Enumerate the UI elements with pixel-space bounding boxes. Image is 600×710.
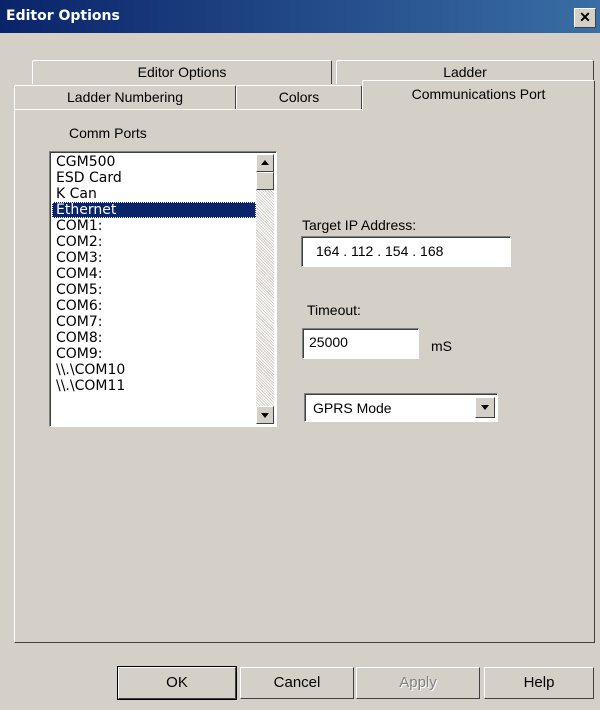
comm-ports-list[interactable]: CGM500 ESD Card K Can Ethernet COM1: COM2: COM… — [49, 151, 277, 427]
timeout-unit-label: mS — [431, 338, 452, 354]
scroll-down-button[interactable] — [256, 406, 274, 424]
list-item[interactable]: Ethernet — [52, 202, 256, 218]
list-scrollbar[interactable] — [256, 154, 274, 424]
apply-button[interactable]: Apply — [356, 667, 480, 699]
list-item[interactable]: COM4: — [52, 266, 256, 282]
list-item[interactable]: COM6: — [52, 298, 256, 314]
list-item[interactable]: COM7: — [52, 314, 256, 330]
tab-panel: Comm Ports CGM500 ESD Card K Can Ethernet CO… — [14, 109, 595, 643]
mode-select[interactable]: GPRS Mode — [304, 393, 498, 422]
list-item[interactable]: CGM500 — [52, 154, 256, 170]
tab-communications-port[interactable]: Communications Port — [362, 80, 595, 111]
list-item[interactable]: \\.\COM11 — [52, 378, 256, 394]
target-ip-field[interactable]: 164 . 112 . 154 . 168 — [301, 236, 511, 267]
timeout-field[interactable]: 25000 — [302, 328, 419, 359]
scroll-thumb[interactable] — [256, 172, 274, 190]
tab-ladder-numbering[interactable]: Ladder Numbering — [14, 85, 236, 110]
mode-select-value: GPRS Mode — [313, 400, 392, 416]
list-item[interactable]: COM8: — [52, 330, 256, 346]
comm-ports-label: Comm Ports — [69, 125, 147, 141]
target-ip-label: Target IP Address: — [302, 217, 417, 233]
list-item[interactable]: \\.\COM10 — [52, 362, 256, 378]
arrow-down-icon — [261, 413, 269, 418]
scroll-up-button[interactable] — [256, 154, 274, 172]
help-button[interactable]: Help — [484, 667, 594, 699]
close-icon: ✕ — [579, 9, 591, 25]
timeout-label: Timeout: — [307, 302, 361, 318]
ok-button[interactable]: OK — [117, 666, 237, 700]
chevron-down-icon — [481, 405, 489, 410]
list-item[interactable]: COM3: — [52, 250, 256, 266]
list-item[interactable]: COM2: — [52, 234, 256, 250]
window-title: Editor Options — [6, 8, 120, 24]
tab-colors[interactable]: Colors — [236, 85, 362, 110]
close-button[interactable]: ✕ — [574, 8, 596, 28]
tab-editor-options[interactable]: Editor Options — [32, 60, 332, 84]
list-item[interactable]: COM5: — [52, 282, 256, 298]
list-item[interactable]: ESD Card — [52, 170, 256, 186]
list-item[interactable]: COM9: — [52, 346, 256, 362]
dropdown-button[interactable] — [475, 397, 495, 418]
list-item[interactable]: COM1: — [52, 218, 256, 234]
arrow-up-icon — [261, 160, 269, 165]
cancel-button[interactable]: Cancel — [240, 667, 354, 699]
list-item[interactable]: K Can — [52, 186, 256, 202]
